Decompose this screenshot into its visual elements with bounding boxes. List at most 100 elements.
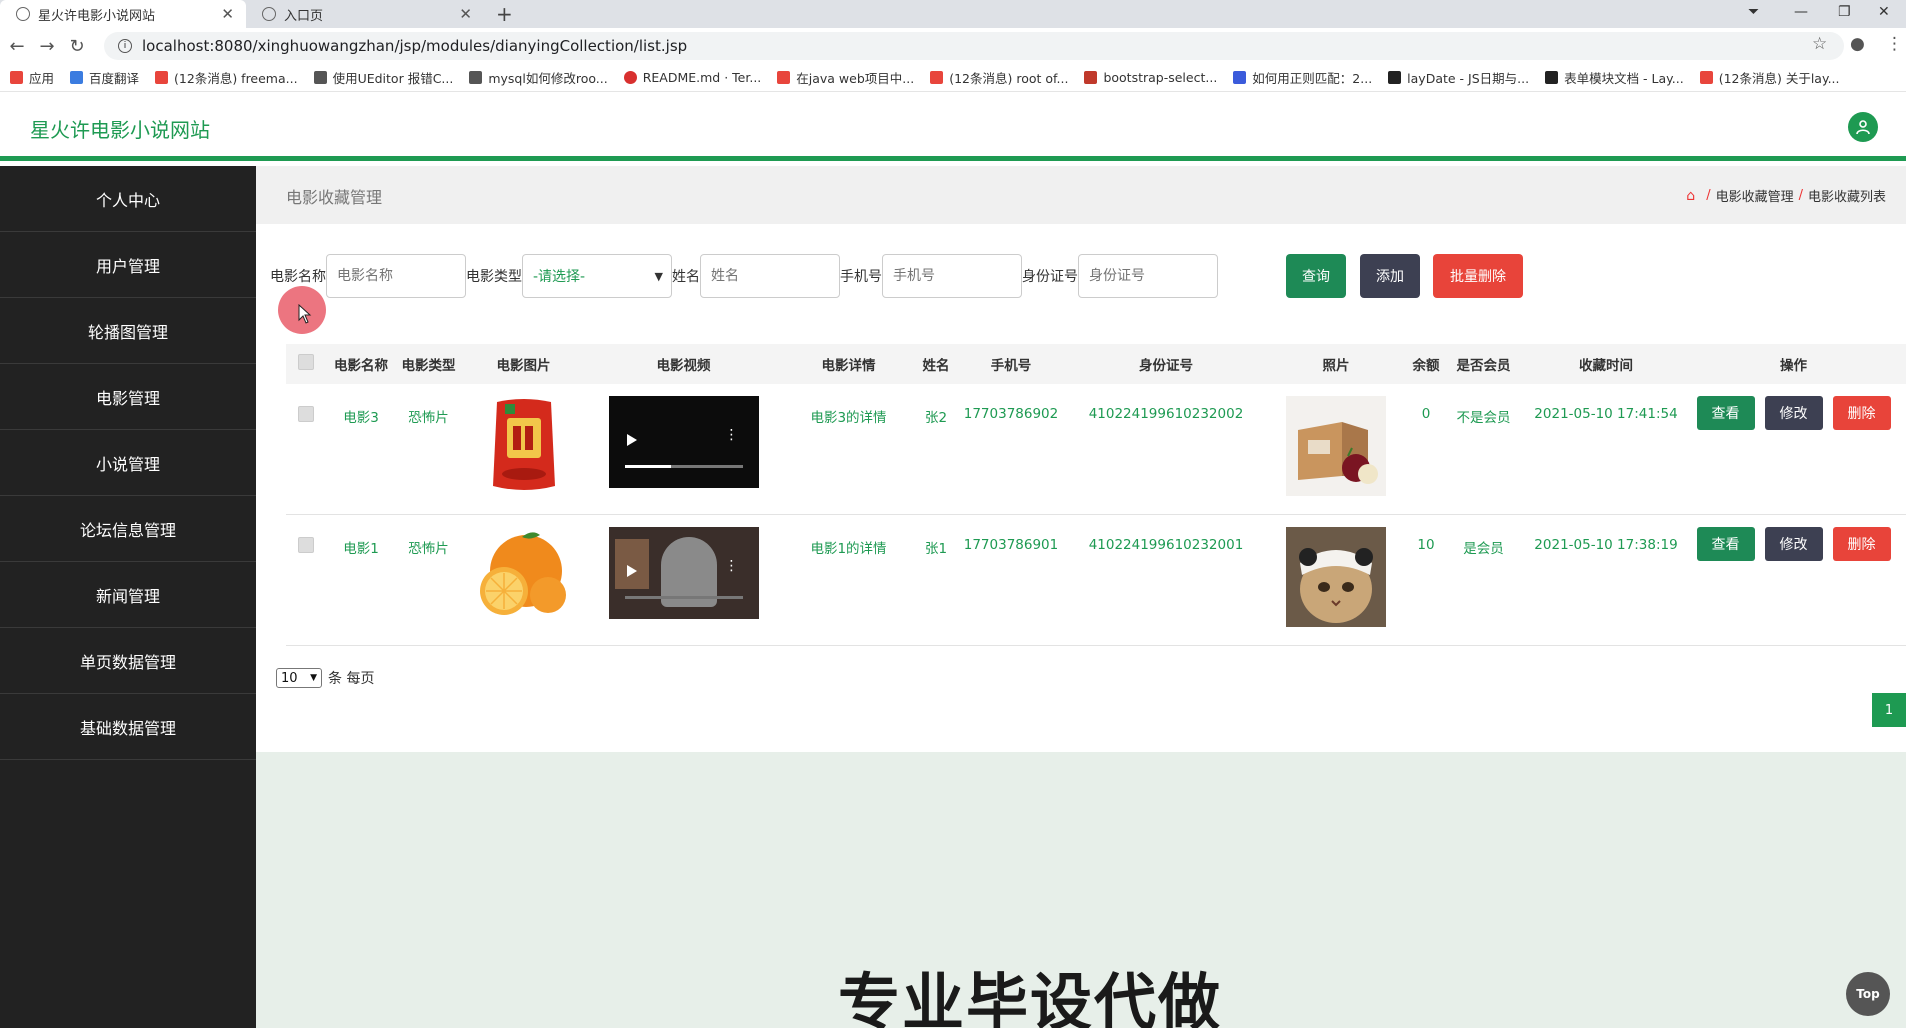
column-header: 电影图片 — [496, 358, 551, 374]
restore-icon[interactable]: ❐ — [1838, 4, 1851, 20]
sidebar-item-novels[interactable]: 小说管理 — [0, 430, 256, 496]
bookmark-favicon-icon — [70, 71, 84, 84]
column-header: 收藏时间 — [1579, 358, 1633, 374]
browser-tab-active[interactable]: 星火许电影小说网站 ✕ — [0, 0, 246, 28]
account-icon[interactable]: ● — [1850, 34, 1865, 54]
video-progress-fill — [624, 465, 671, 468]
url-input[interactable]: i localhost:8080/xinghuowangzhan/jsp/mod… — [104, 32, 1844, 60]
delete-button[interactable]: 删除 — [1832, 396, 1891, 430]
sidebar-item-basic-data[interactable]: 基础数据管理 — [0, 694, 256, 760]
video-progress-bar[interactable] — [624, 596, 743, 599]
bookmark-item[interactable]: README.md · Ter... — [623, 70, 761, 85]
bookmark-item[interactable]: (12条消息) freema... — [155, 68, 298, 87]
sidebar-item-movies[interactable]: 电影管理 — [0, 364, 256, 430]
delete-button[interactable]: 删除 — [1832, 527, 1891, 561]
bookmark-favicon-icon — [777, 71, 791, 84]
back-to-top-button[interactable]: Top — [1846, 972, 1890, 1016]
new-tab-icon[interactable]: + — [496, 2, 513, 26]
column-header: 操作 — [1780, 358, 1807, 374]
browser-tabbar: 星火许电影小说网站 ✕ 入口页 ✕ + ⏷ — ❐ ✕ — [0, 0, 1906, 28]
breadcrumb-item[interactable]: 电影收藏管理 — [1716, 186, 1794, 205]
sidebar: 个人中心 用户管理 轮播图管理 电影管理 小说管理 论坛信息管理 新闻管理 单页… — [0, 166, 256, 1028]
user-name-input[interactable] — [700, 254, 840, 298]
row-checkbox[interactable] — [298, 406, 314, 422]
column-header: 电影视频 — [656, 358, 711, 374]
bookmark-item[interactable]: layDate - JS日期与... — [1388, 68, 1529, 87]
site-title[interactable]: 星火许电影小说网站 — [30, 114, 210, 143]
edit-button[interactable]: 修改 — [1764, 396, 1823, 430]
user-name-label: 姓名 — [672, 269, 700, 285]
page-header: 电影收藏管理 ⌂ / 电影收藏管理 / 电影收藏列表 — [256, 166, 1906, 224]
bookmark-favicon-icon — [469, 71, 483, 84]
row-checkbox[interactable] — [298, 537, 314, 553]
more-options-icon[interactable]: ⋮ — [725, 559, 739, 573]
video-progress-bar[interactable] — [624, 465, 743, 468]
bookmark-item[interactable]: 如何用正则匹配：2... — [1233, 68, 1372, 87]
sidebar-item-news[interactable]: 新闻管理 — [0, 562, 256, 628]
minimize-icon[interactable]: — — [1794, 4, 1808, 20]
bookmark-item[interactable]: mysql如何修改roo... — [469, 68, 608, 87]
user-avatar-icon[interactable] — [1848, 112, 1878, 142]
column-header: 是否会员 — [1456, 358, 1511, 374]
view-button[interactable]: 查看 — [1696, 527, 1755, 561]
column-header: 照片 — [1322, 358, 1350, 374]
movie-name-label: 电影名称 — [270, 269, 326, 285]
site-favicon-icon — [16, 7, 30, 21]
movie-image-oranges — [479, 532, 566, 615]
browser-tab-inactive[interactable]: 入口页 ✕ — [246, 0, 484, 28]
add-button[interactable]: 添加 — [1360, 254, 1420, 298]
reload-icon[interactable]: ↻ — [62, 36, 92, 57]
column-header: 身份证号 — [1139, 358, 1193, 374]
id-card-input[interactable] — [1078, 254, 1218, 298]
bookmark-favicon-icon — [1233, 71, 1247, 84]
column-header: 电影名称 — [334, 358, 388, 374]
edit-button[interactable]: 修改 — [1764, 527, 1823, 561]
page-title: 电影收藏管理 — [286, 188, 383, 207]
mouse-cursor-icon — [298, 304, 312, 324]
close-tab-icon[interactable]: ✕ — [459, 5, 472, 23]
view-button[interactable]: 查看 — [1696, 396, 1755, 430]
bookmark-item[interactable]: bootstrap-select... — [1084, 70, 1217, 85]
phone-input[interactable] — [882, 254, 1022, 298]
bookmark-item[interactable]: 表单模块文档 - Lay... — [1545, 68, 1684, 87]
bookmark-favicon-icon — [155, 71, 169, 84]
main-area: 电影收藏管理 ⌂ / 电影收藏管理 / 电影收藏列表 电影名称 电影类型 -请选… — [256, 166, 1906, 1028]
back-icon[interactable]: ← — [2, 36, 32, 57]
bookmark-star-icon[interactable]: ☆ — [1812, 34, 1827, 54]
sidebar-item-single-page[interactable]: 单页数据管理 — [0, 628, 256, 694]
sidebar-item-carousel[interactable]: 轮播图管理 — [0, 298, 256, 364]
bookmark-item[interactable]: 百度翻译 — [70, 68, 139, 87]
batch-delete-button[interactable]: 批量删除 — [1433, 254, 1523, 298]
bookmark-item[interactable]: (12条消息) root of... — [930, 68, 1068, 87]
play-icon[interactable] — [626, 565, 637, 577]
bookmark-item[interactable]: 应用 — [10, 68, 54, 87]
window-close-icon[interactable]: ✕ — [1878, 4, 1890, 20]
bookmark-item[interactable]: 使用UEditor 报错C... — [313, 68, 453, 87]
breadcrumb-item-current: 电影收藏列表 — [1807, 190, 1886, 205]
forward-icon[interactable]: → — [32, 36, 62, 57]
sidebar-item-forum[interactable]: 论坛信息管理 — [0, 496, 256, 562]
movie-video-player[interactable]: ⋮ — [608, 527, 759, 619]
info-icon[interactable]: i — [118, 39, 132, 53]
play-icon[interactable] — [626, 434, 637, 446]
page-number-button[interactable]: 1 — [1872, 693, 1906, 727]
movie-video-player[interactable]: ⋮ — [608, 396, 759, 488]
more-options-icon[interactable]: ⋮ — [725, 428, 739, 442]
banner-text: 专业毕设代做 — [838, 966, 1223, 1028]
bookmark-item[interactable]: 在java web项目中... — [777, 68, 914, 87]
profile-menu-icon[interactable]: ⏷ — [1748, 4, 1759, 20]
query-button[interactable]: 查询 — [1286, 254, 1346, 298]
bookmark-item[interactable]: (12条消息) 关于lay... — [1699, 68, 1840, 87]
menu-icon[interactable]: ⋮ — [1886, 34, 1903, 54]
tab-label: 星火许电影小说网站 — [38, 8, 156, 24]
id-card-label: 身份证号 — [1022, 269, 1078, 285]
page-size-select[interactable]: 10 ▼ — [276, 668, 322, 688]
sidebar-item-users[interactable]: 用户管理 — [0, 232, 256, 298]
column-header: 余额 — [1412, 358, 1440, 374]
movie-name-input[interactable] — [326, 254, 466, 298]
home-icon[interactable]: ⌂ — [1686, 188, 1695, 204]
close-tab-icon[interactable]: ✕ — [221, 5, 234, 23]
sidebar-item-personal-center[interactable]: 个人中心 — [0, 166, 256, 232]
movie-type-select[interactable]: -请选择- ▼ — [522, 254, 672, 298]
select-all-checkbox[interactable] — [298, 354, 314, 370]
